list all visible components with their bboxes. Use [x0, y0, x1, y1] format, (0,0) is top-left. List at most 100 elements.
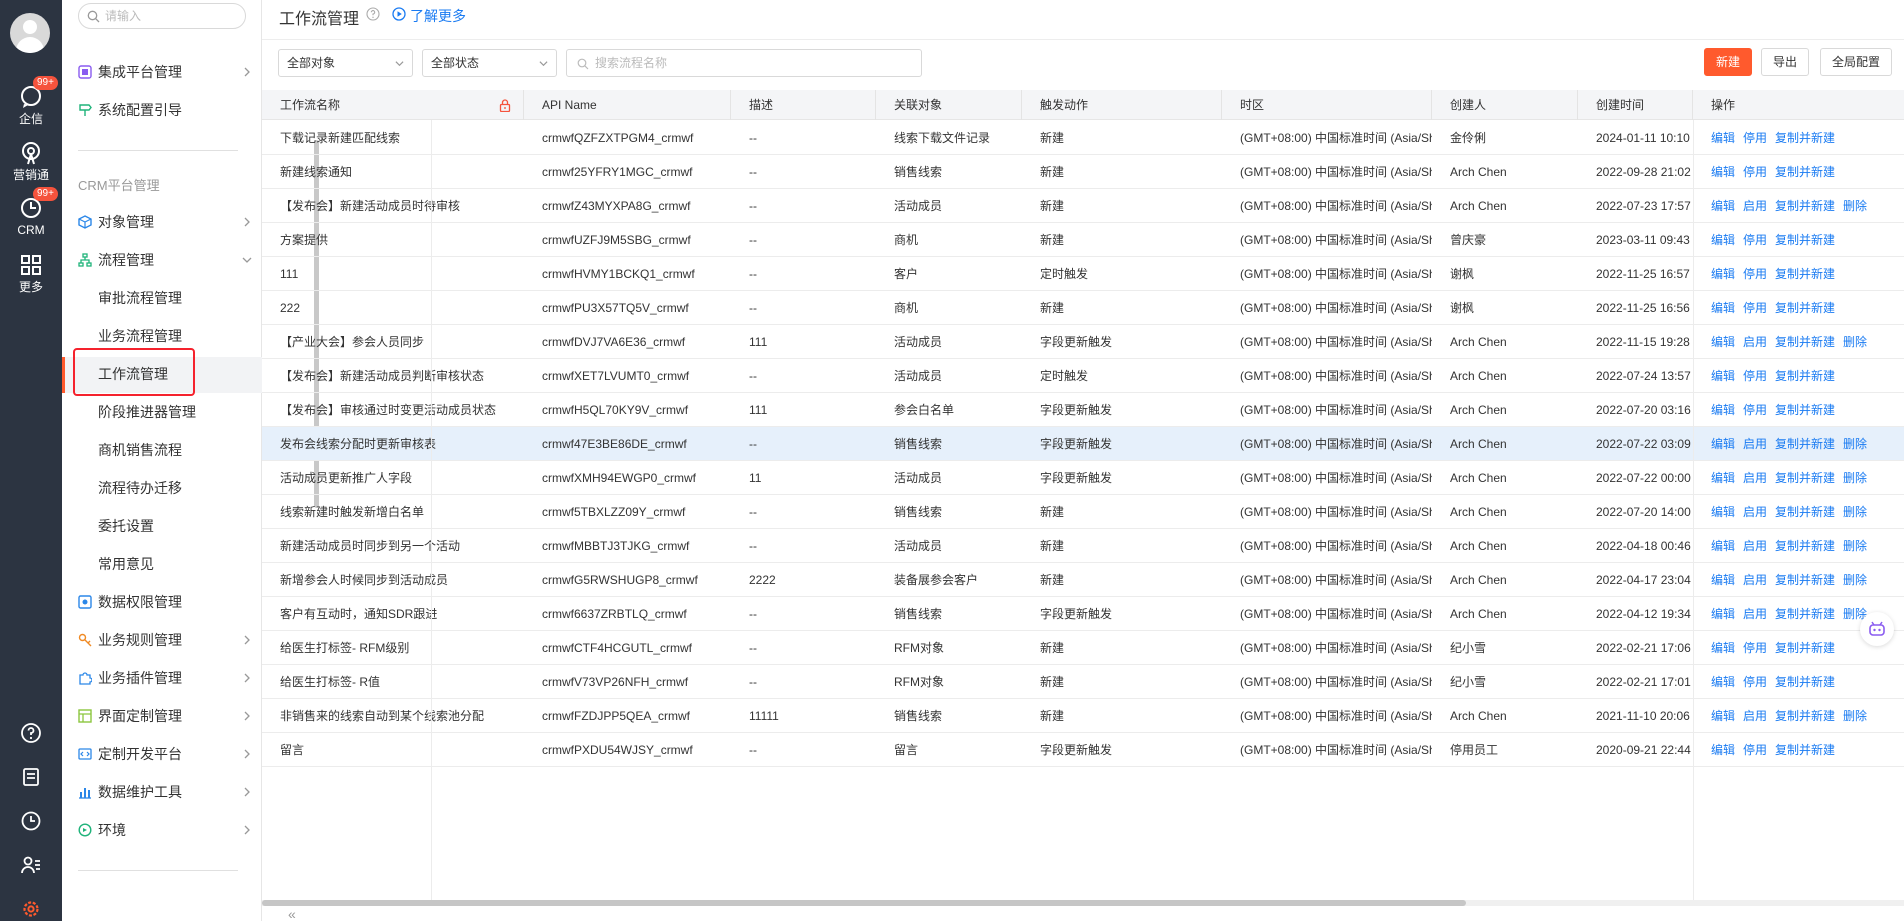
- sidebar-subitem-stage-advancer[interactable]: 阶段推进器管理: [98, 397, 248, 427]
- copy-new-link[interactable]: 复制并新建: [1775, 267, 1835, 281]
- edit-link[interactable]: 编辑: [1711, 199, 1735, 213]
- sidebar-item-object-management[interactable]: 对象管理: [78, 207, 254, 237]
- new-button[interactable]: 新建: [1704, 48, 1752, 76]
- disable-link[interactable]: 停用: [1743, 403, 1767, 417]
- table-row[interactable]: 下载记录新建匹配线索 crmwfQZFZXTPGM4_crmwf -- 线索下载文件记…: [262, 121, 1904, 155]
- enable-link[interactable]: 启用: [1743, 539, 1767, 553]
- table-row[interactable]: 【发布会】新建活动成员时待审核 crmwfZ43MYXPA8G_crmwf -- 活动…: [262, 189, 1904, 223]
- table-row[interactable]: 新建线索通知 crmwf25YFRY1MGC_crmwf -- 销售线索 新建 (GMT+…: [262, 155, 1904, 189]
- edit-link[interactable]: 编辑: [1711, 403, 1735, 417]
- table-row[interactable]: 方案提供 crmwfUZFJ9M5SBG_crmwf -- 商机 新建 (GMT+08:0…: [262, 223, 1904, 257]
- edit-link[interactable]: 编辑: [1711, 267, 1735, 281]
- table-row[interactable]: 【产业大会】参会人员同步 crmwfDVJ7VA6E36_crmwf 111 活动成员…: [262, 325, 1904, 359]
- horizontal-scrollbar[interactable]: [262, 900, 1904, 906]
- copy-new-link[interactable]: 复制并新建: [1775, 607, 1835, 621]
- delete-link[interactable]: 删除: [1843, 505, 1867, 519]
- disable-link[interactable]: 停用: [1743, 131, 1767, 145]
- sidebar-item-custom-dev[interactable]: 定制开发平台: [78, 739, 254, 769]
- sidebar-item-process-management[interactable]: 流程管理: [78, 245, 254, 275]
- column-header-creator[interactable]: 创建人: [1432, 90, 1578, 120]
- sidebar-subitem-common-opinions[interactable]: 常用意见: [98, 549, 248, 579]
- delete-link[interactable]: 删除: [1843, 709, 1867, 723]
- notes-button[interactable]: [0, 766, 62, 791]
- disable-link[interactable]: 停用: [1743, 743, 1767, 757]
- copy-new-link[interactable]: 复制并新建: [1775, 369, 1835, 383]
- table-row[interactable]: 新增参会人时候同步到活动成员 crmwfG5RWSHUGP8_crmwf 2222 装…: [262, 563, 1904, 597]
- sidebar-subitem-opportunity-sales[interactable]: 商机销售流程: [98, 435, 248, 465]
- edit-link[interactable]: 编辑: [1711, 471, 1735, 485]
- edit-link[interactable]: 编辑: [1711, 505, 1735, 519]
- copy-new-link[interactable]: 复制并新建: [1775, 301, 1835, 315]
- workflow-search[interactable]: [566, 49, 922, 77]
- edit-link[interactable]: 编辑: [1711, 607, 1735, 621]
- table-row[interactable]: 留言 crmwfPXDU54WJSY_crmwf -- 留言 字段更新触发 (GMT+08…: [262, 733, 1904, 767]
- delete-link[interactable]: 删除: [1843, 199, 1867, 213]
- disable-link[interactable]: 停用: [1743, 641, 1767, 655]
- disable-link[interactable]: 停用: [1743, 675, 1767, 689]
- contacts-button[interactable]: [0, 854, 62, 879]
- enable-link[interactable]: 启用: [1743, 505, 1767, 519]
- avatar[interactable]: [10, 13, 50, 53]
- table-row[interactable]: 【发布会】审核通过时变更活动成员状态 crmwfH5QL70KY9V_crmwf 1…: [262, 393, 1904, 427]
- edit-link[interactable]: 编辑: [1711, 743, 1735, 757]
- edit-link[interactable]: 编辑: [1711, 573, 1735, 587]
- disable-link[interactable]: 停用: [1743, 369, 1767, 383]
- column-header-timezone[interactable]: 时区: [1222, 90, 1432, 120]
- table-row[interactable]: 发布会线索分配时更新审核表 crmwf47E3BE86DE_crmwf -- 销售线索…: [262, 427, 1904, 461]
- delete-link[interactable]: 删除: [1843, 437, 1867, 451]
- table-row[interactable]: 活动成员更新推广人字段 crmwfXMH94EWGP0_crmwf 11 活动成员 字段…: [262, 461, 1904, 495]
- enable-link[interactable]: 启用: [1743, 437, 1767, 451]
- edit-link[interactable]: 编辑: [1711, 233, 1735, 247]
- copy-new-link[interactable]: 复制并新建: [1775, 335, 1835, 349]
- edit-link[interactable]: 编辑: [1711, 165, 1735, 179]
- copy-new-link[interactable]: 复制并新建: [1775, 131, 1835, 145]
- copy-new-link[interactable]: 复制并新建: [1775, 165, 1835, 179]
- settings-button[interactable]: [0, 898, 62, 921]
- table-row[interactable]: 非销售来的线索自动到某个线索池分配 crmwfFZDJPP5QEA_crmwf 11…: [262, 699, 1904, 733]
- copy-new-link[interactable]: 复制并新建: [1775, 539, 1835, 553]
- rail-item-more[interactable]: 更多: [0, 252, 62, 294]
- enable-link[interactable]: 启用: [1743, 335, 1767, 349]
- edit-link[interactable]: 编辑: [1711, 709, 1735, 723]
- enable-link[interactable]: 启用: [1743, 573, 1767, 587]
- copy-new-link[interactable]: 复制并新建: [1775, 437, 1835, 451]
- column-header-name[interactable]: 工作流名称: [262, 90, 524, 120]
- sidebar-item-ui-customization[interactable]: 界面定制管理: [78, 701, 254, 731]
- sidebar-subitem-delegation[interactable]: 委托设置: [98, 511, 248, 541]
- sidebar-item-data-permission[interactable]: 数据权限管理: [78, 587, 254, 617]
- export-button[interactable]: 导出: [1761, 48, 1809, 76]
- table-row[interactable]: 新建活动成员时同步到另一个活动 crmwfMBBTJ3TJKG_crmwf -- 活动…: [262, 529, 1904, 563]
- global-config-button[interactable]: 全局配置: [1820, 48, 1892, 76]
- edit-link[interactable]: 编辑: [1711, 131, 1735, 145]
- sidebar-item-integration[interactable]: 集成平台管理: [78, 57, 254, 87]
- edit-link[interactable]: 编辑: [1711, 301, 1735, 315]
- enable-link[interactable]: 启用: [1743, 709, 1767, 723]
- enable-link[interactable]: 启用: [1743, 607, 1767, 621]
- object-filter-select[interactable]: 全部对象: [278, 49, 413, 77]
- scrollbar-thumb[interactable]: [262, 900, 1466, 906]
- disable-link[interactable]: 停用: [1743, 165, 1767, 179]
- help-icon[interactable]: [366, 7, 380, 21]
- sidebar-subitem-approval[interactable]: 审批流程管理: [98, 283, 248, 313]
- workflow-search-input[interactable]: [595, 55, 895, 71]
- sidebar-search-input[interactable]: [105, 8, 240, 24]
- sidebar-item-config-guide[interactable]: 系统配置引导: [78, 95, 254, 125]
- copy-new-link[interactable]: 复制并新建: [1775, 641, 1835, 655]
- column-header-related-object[interactable]: 关联对象: [876, 90, 1022, 120]
- sidebar-item-environment[interactable]: 环境: [78, 815, 254, 845]
- copy-new-link[interactable]: 复制并新建: [1775, 743, 1835, 757]
- enable-link[interactable]: 启用: [1743, 199, 1767, 213]
- table-row[interactable]: 客户有互动时，通知SDR跟进 crmwf6637ZRBTLQ_crmwf -- 销售线…: [262, 597, 1904, 631]
- copy-new-link[interactable]: 复制并新建: [1775, 573, 1835, 587]
- help-button[interactable]: [0, 722, 62, 747]
- column-header-trigger-action[interactable]: 触发动作: [1022, 90, 1222, 120]
- rail-item-crm[interactable]: 99+ CRM: [0, 187, 62, 237]
- copy-new-link[interactable]: 复制并新建: [1775, 709, 1835, 723]
- disable-link[interactable]: 停用: [1743, 233, 1767, 247]
- edit-link[interactable]: 编辑: [1711, 335, 1735, 349]
- sidebar-item-business-plugins[interactable]: 业务插件管理: [78, 663, 254, 693]
- copy-new-link[interactable]: 复制并新建: [1775, 403, 1835, 417]
- table-row[interactable]: 【发布会】新建活动成员判断审核状态 crmwfXET7LVUMT0_crmwf --…: [262, 359, 1904, 393]
- edit-link[interactable]: 编辑: [1711, 437, 1735, 451]
- column-header-api-name[interactable]: API Name: [524, 90, 731, 120]
